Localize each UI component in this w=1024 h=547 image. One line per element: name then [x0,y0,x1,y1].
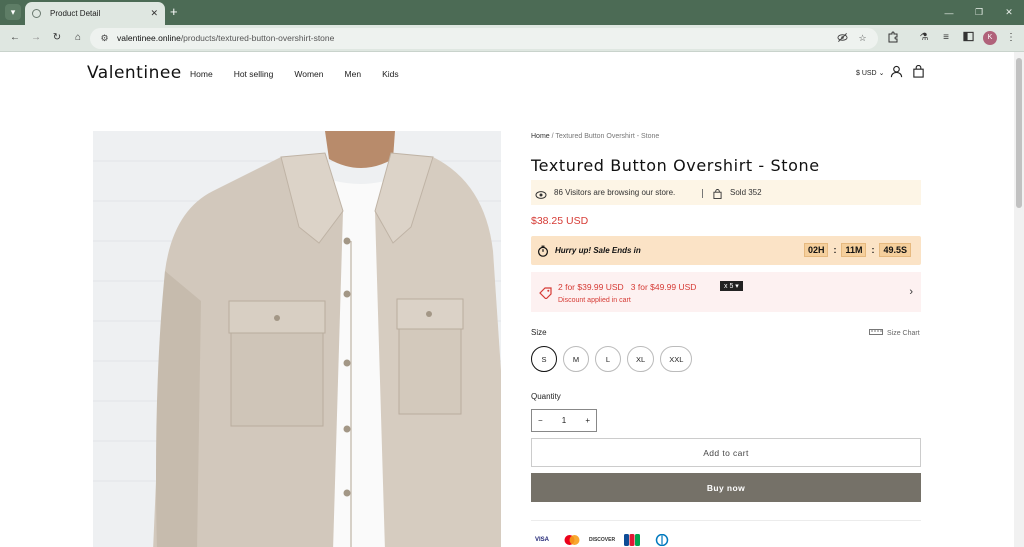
chevron-right-icon[interactable]: › [909,286,913,298]
discount-subtext: Discount applied in cart [558,297,631,304]
site-info-icon[interactable]: ⚙ [98,32,111,45]
chevron-down-icon: ⌄ [878,70,885,77]
back-icon[interactable]: ← [8,31,22,45]
extensions-icon[interactable] [886,31,900,45]
browser-toolbar: ← → ↻ ⌂ ⚙ valentinee.online/products/tex… [0,25,1024,52]
jcb-icon [621,533,643,547]
ruler-icon [869,329,883,337]
new-tab-icon[interactable]: + [170,4,178,20]
plus-icon[interactable]: + [585,416,590,425]
media-controls-icon[interactable]: ≡ [939,31,953,45]
sale-countdown-bar: Hurry up! Sale Ends in 02H : 11M : 49.5S [531,236,921,265]
restore-icon[interactable]: ❐ [964,7,994,18]
web-page: Valentinee Home Hot selling Women Men Ki… [0,52,1014,547]
size-options: S M L XL XXL [531,346,693,372]
lab-flask-icon[interactable]: ⚗ [917,31,931,45]
discount-badge: x 5 ▾ [720,281,743,291]
tab-title: Product Detail [50,9,101,18]
add-to-cart-button[interactable]: Add to cart [531,438,921,467]
buy-now-button[interactable]: Buy now [531,473,921,502]
quantity-label: Quantity [531,392,561,401]
reload-icon[interactable]: ↻ [50,31,64,45]
timer-seconds: 49.5S [879,243,911,257]
size-option-l[interactable]: L [595,346,621,372]
nav-hot-selling[interactable]: Hot selling [234,69,274,79]
tab-close-icon[interactable]: ✕ [150,8,158,19]
product-title: Textured Button Overshirt - Stone [531,156,820,175]
forward-icon[interactable]: → [29,31,43,45]
nav-women[interactable]: Women [294,69,323,79]
store-logo[interactable]: Valentinee [87,63,182,83]
quantity-value[interactable]: 1 [562,416,566,425]
browser-tab[interactable]: Product Detail ✕ [25,2,165,25]
divider [531,520,921,521]
eye-icon [535,187,547,205]
divider-line [702,189,703,198]
breadcrumb-current: / Textured Button Overshirt - Stone [549,133,660,140]
visa-icon: VISA [534,537,549,543]
menu-kebab-icon[interactable]: ⋮ [1004,31,1018,45]
home-icon[interactable]: ⌂ [71,31,85,45]
minus-icon[interactable]: − [538,416,543,425]
address-bar[interactable]: ⚙ valentinee.online/products/textured-bu… [90,28,878,49]
page-scrollbar[interactable] [1014,52,1024,547]
countdown-timer: 02H : 11M : 49.5S [803,243,911,257]
eye-off-icon[interactable] [836,32,849,45]
tab-search-button[interactable]: ▾ [5,4,21,20]
nav-home[interactable]: Home [190,69,213,79]
visitors-bar: 86 Visitors are browsing our store. Sold… [531,180,921,205]
stopwatch-icon [537,244,549,262]
bookmark-star-icon[interactable]: ☆ [856,32,869,45]
bag-icon [713,186,722,204]
cart-bag-icon[interactable] [912,64,926,79]
breadcrumb-home[interactable]: Home [531,133,550,140]
sale-text: Hurry up! Sale Ends in [555,246,641,255]
discount-offers: 2 for $39.99 USD 3 for $49.99 USD [558,282,697,292]
size-option-s[interactable]: S [531,346,557,372]
size-option-xxl[interactable]: XXL [660,346,693,372]
close-window-icon[interactable]: ✕ [994,7,1024,18]
size-option-xl[interactable]: XL [627,346,655,372]
mastercard-icon [561,533,583,547]
account-icon[interactable] [890,65,904,79]
product-image[interactable] [93,131,501,547]
visitors-text: 86 Visitors are browsing our store. [554,188,676,197]
profile-avatar[interactable]: K [983,31,997,45]
timer-minutes: 11M [841,243,867,257]
size-chart-link[interactable]: Size Chart [869,329,920,337]
minimize-icon[interactable]: — [934,8,964,18]
browser-tab-strip: ▾ Product Detail ✕ + — ❐ ✕ [0,0,1024,25]
payment-methods: VISA DISCOVER [531,533,673,547]
tab-favicon-icon [32,9,41,18]
product-price: $38.25 USD [531,215,589,227]
timer-hours: 02H [803,243,829,257]
diners-club-icon [651,533,673,547]
bundle-discount-bar[interactable]: 2 for $39.99 USD 3 for $49.99 USD x 5 ▾ … [531,272,921,312]
main-navigation: Home Hot selling Women Men Kids [190,69,399,79]
side-panel-icon[interactable] [961,31,975,45]
size-label: Size [531,328,547,337]
quantity-stepper: − 1 + [531,409,597,432]
discover-icon: DISCOVER [588,537,616,543]
url-text: valentinee.online/products/textured-butt… [117,33,335,43]
price-tag-icon [539,286,552,304]
currency-selector[interactable]: $ USD ⌄ [856,69,884,77]
window-controls: — ❐ ✕ [934,0,1024,25]
nav-men[interactable]: Men [345,69,362,79]
size-option-m[interactable]: M [563,346,589,372]
breadcrumb: Home / Textured Button Overshirt - Stone [531,133,659,140]
nav-kids[interactable]: Kids [382,69,399,79]
sold-text: Sold 352 [730,188,762,197]
scrollbar-thumb[interactable] [1016,58,1022,208]
